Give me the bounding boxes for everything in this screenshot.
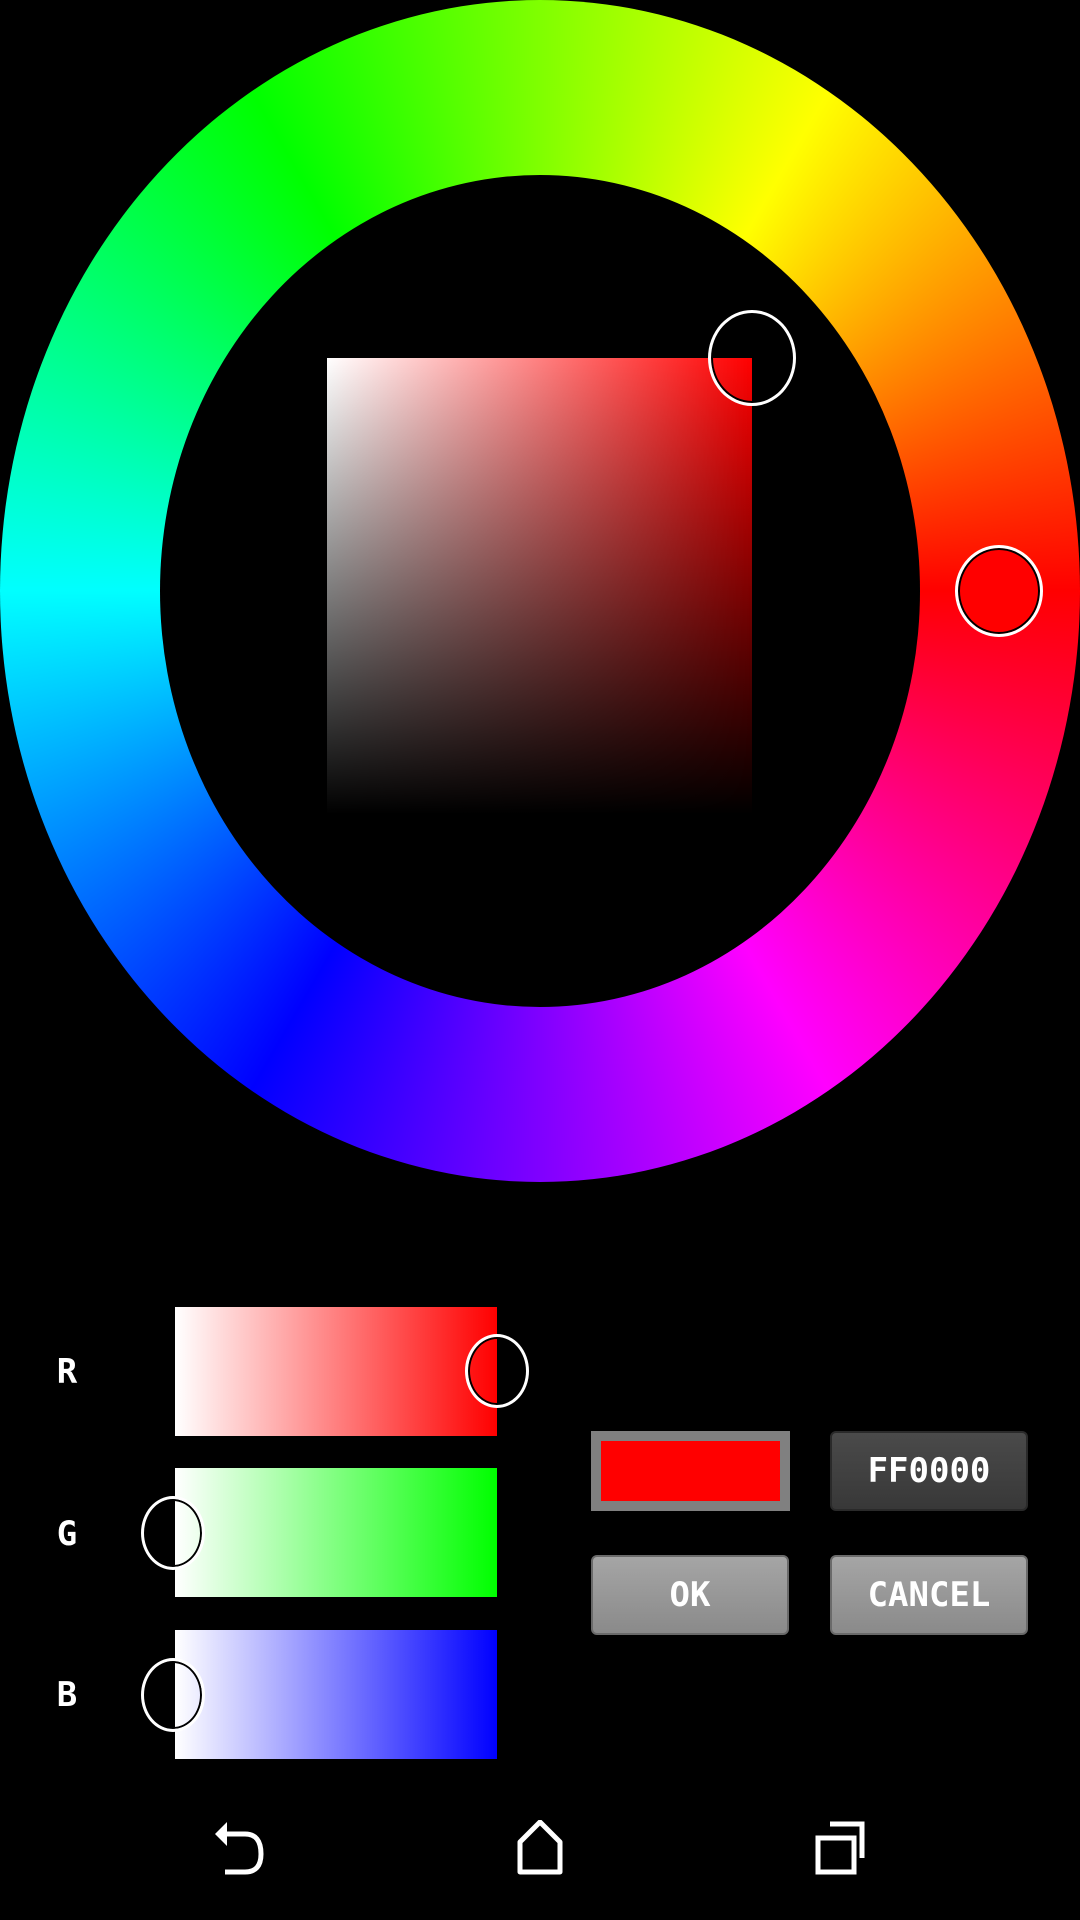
blue-slider-thumb[interactable] <box>141 1658 205 1732</box>
red-slider-thumb[interactable] <box>465 1334 529 1408</box>
green-label: G <box>56 1514 78 1554</box>
blue-slider[interactable] <box>175 1630 497 1759</box>
red-label: R <box>56 1352 78 1392</box>
hex-value-button[interactable]: FF0000 <box>830 1431 1028 1511</box>
color-preview-fill <box>601 1441 780 1501</box>
blue-label: B <box>56 1675 78 1715</box>
saturation-value-square[interactable] <box>327 358 752 814</box>
green-slider-thumb[interactable] <box>141 1496 205 1570</box>
back-icon[interactable] <box>211 1820 271 1880</box>
hue-cursor[interactable] <box>955 545 1043 637</box>
ok-button[interactable]: OK <box>591 1555 789 1635</box>
color-preview-swatch <box>591 1431 790 1511</box>
recents-icon[interactable] <box>810 1820 870 1880</box>
cancel-button[interactable]: CANCEL <box>830 1555 1028 1635</box>
green-slider[interactable] <box>175 1468 497 1597</box>
red-slider[interactable] <box>175 1307 497 1436</box>
home-icon[interactable] <box>510 1820 570 1880</box>
saturation-value-cursor[interactable] <box>708 310 796 406</box>
